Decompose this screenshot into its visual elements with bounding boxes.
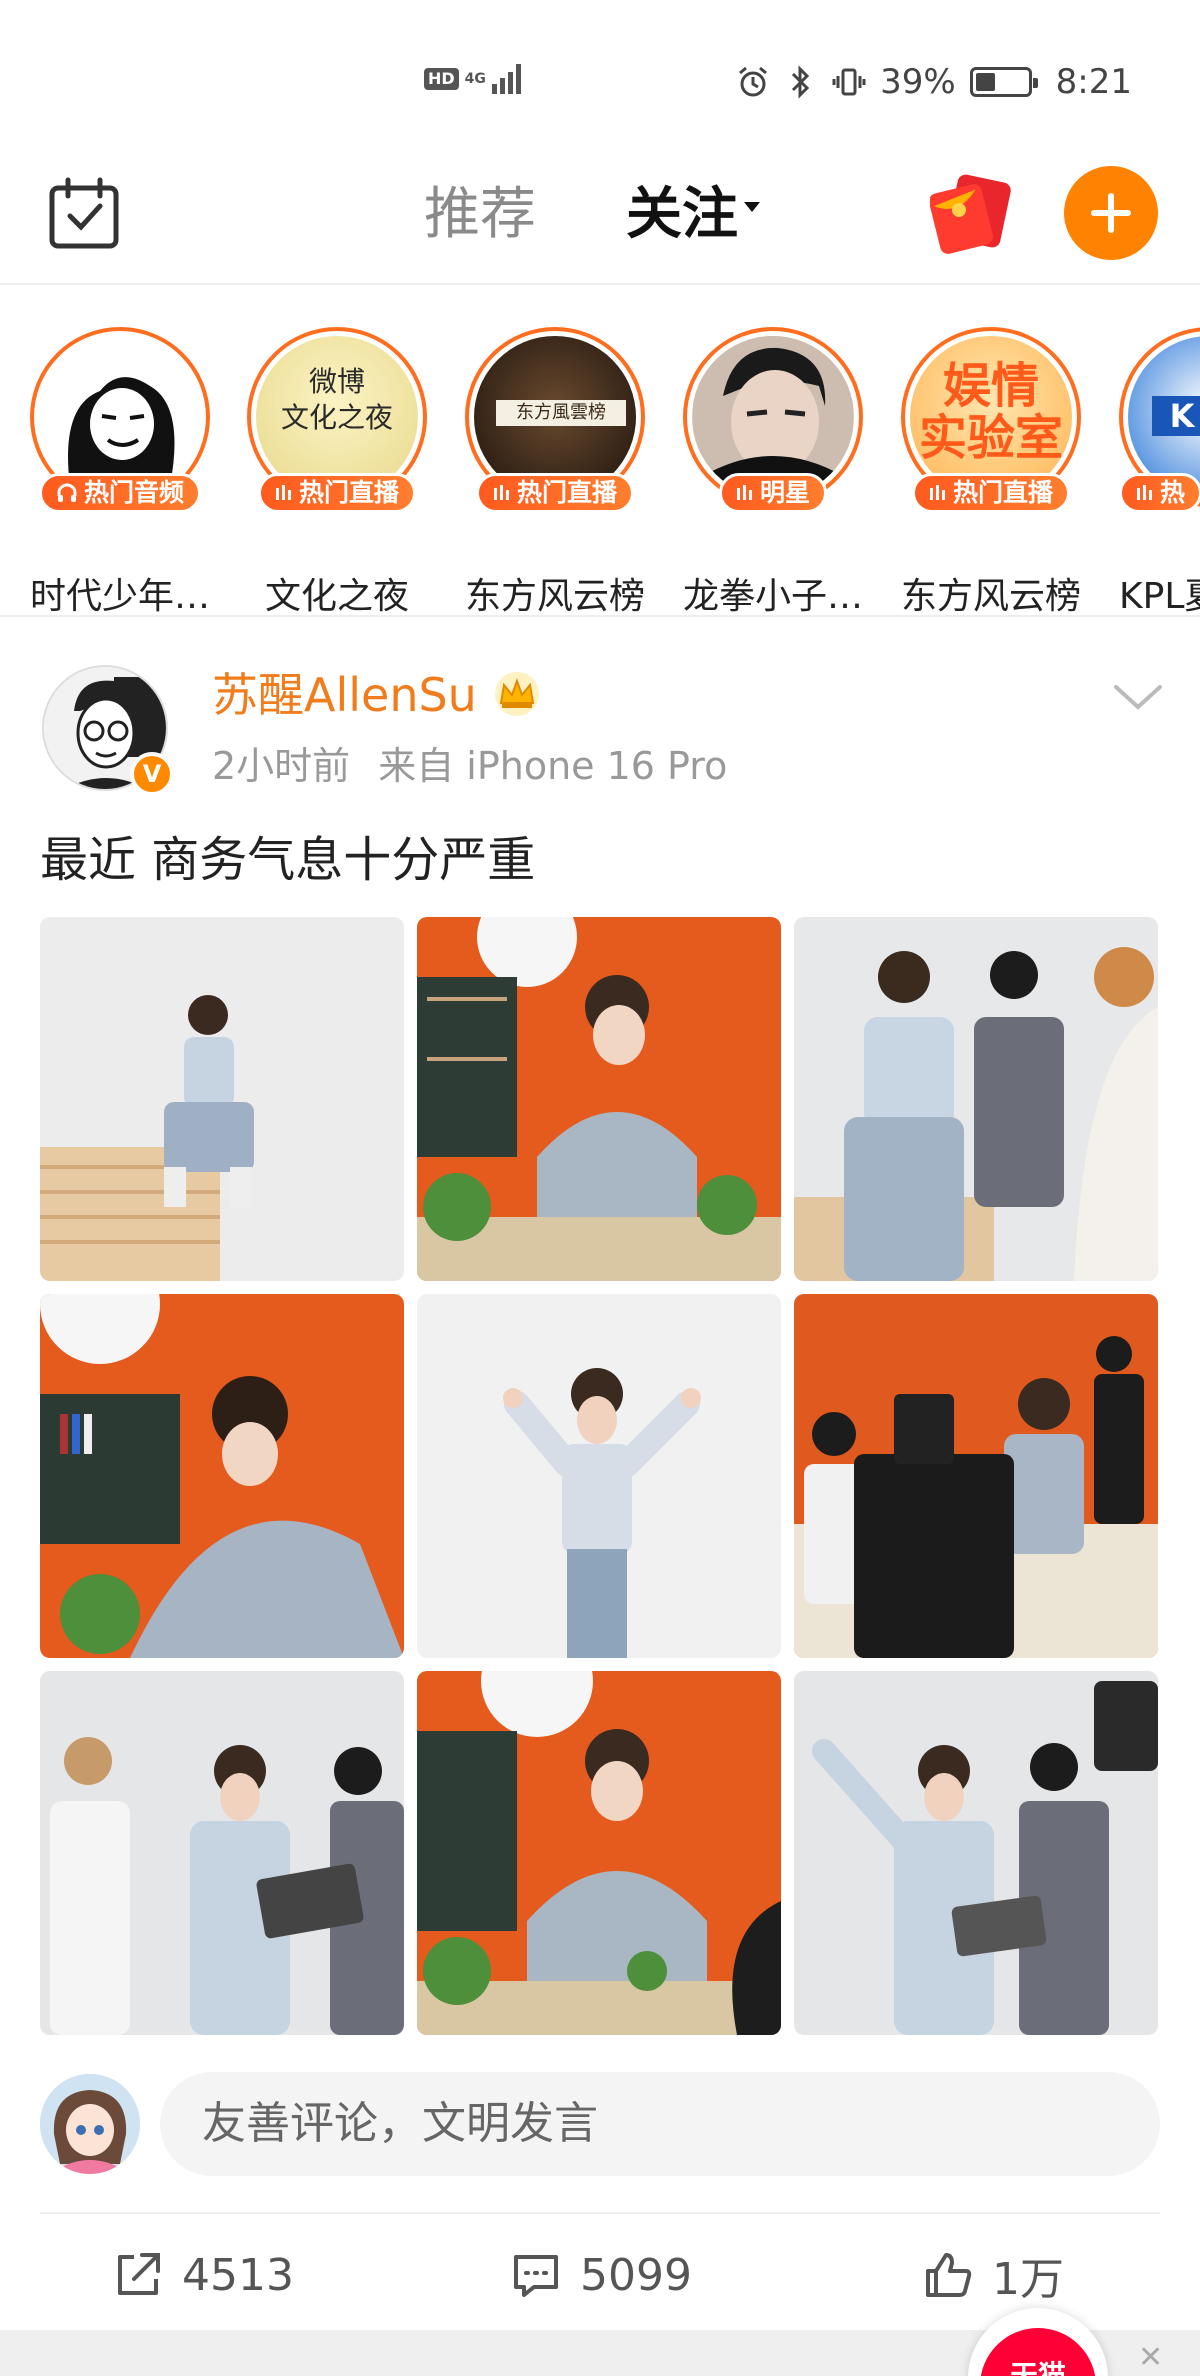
cover-text: 微博 文化之夜 (280, 365, 393, 434)
live-bars-icon (929, 485, 945, 500)
close-icon[interactable]: ✕ (1138, 2340, 1163, 2375)
live-badge: 热 (1119, 473, 1200, 513)
live-bars-icon (736, 485, 752, 500)
photo-studio-makeup (40, 1671, 404, 2035)
plus-icon (1091, 193, 1131, 233)
post-photo[interactable] (40, 917, 404, 1281)
live-name: KPL夏 (1119, 576, 1200, 617)
anime-avatar-icon (40, 2074, 140, 2174)
post-photo[interactable] (794, 1294, 1158, 1658)
live-badge-label: 明星 (759, 478, 811, 507)
tab-follow[interactable]: 关注 (626, 180, 760, 254)
live-bars-icon (493, 485, 509, 500)
live-name: 东方风云榜 (900, 576, 1081, 617)
my-avatar[interactable] (40, 2074, 140, 2174)
photo-orange-desk (417, 1671, 781, 2035)
bluetooth-icon (784, 65, 818, 99)
red-packet-icon[interactable] (929, 170, 1012, 256)
photo-white-stairs (40, 917, 404, 1281)
calendar-check-icon[interactable] (46, 176, 122, 252)
photo-orange-desk (417, 917, 781, 1281)
photo-orange-writing (40, 1294, 404, 1658)
tab-recommend[interactable]: 推荐 (424, 180, 536, 250)
live-badge-label: 热门直播 (516, 478, 618, 507)
clock: 8:21 (1055, 62, 1132, 102)
comment-count: 5099 (580, 2249, 692, 2301)
add-button[interactable] (1064, 166, 1158, 260)
chevron-down-icon[interactable] (1112, 677, 1164, 717)
post-text: 最近 商务气息十分严重 (40, 832, 536, 888)
battery-percent: 39% (880, 62, 956, 102)
battery-icon (969, 67, 1038, 97)
status-bar: HD 4G 39% 8:21 (0, 0, 1200, 150)
live-badge-label: 热门直播 (952, 478, 1054, 507)
author-name[interactable]: 苏醒AllenSu (212, 665, 477, 725)
post-photo[interactable] (417, 1294, 781, 1658)
comment-button[interactable]: 5099 (510, 2240, 692, 2310)
live-badge: 热门直播 (257, 473, 417, 513)
hd-badge: HD (424, 68, 459, 90)
meme-face-icon (40, 336, 200, 496)
photo-studio-pointing (794, 1671, 1158, 2035)
post-time: 2小时前 (212, 744, 351, 788)
tmall-logo-icon: 天猫 (980, 2328, 1096, 2376)
headphone-icon (57, 483, 77, 502)
live-bars-icon (1137, 485, 1152, 500)
like-count: 1万 (992, 2254, 1064, 2305)
live-strip: 热门音频 时代少年… 微博 文化之夜 热门直播 文化之夜 东方風雲榜 热门直播 … (0, 287, 1200, 617)
tab-follow-label: 关注 (626, 182, 738, 247)
ad-circle: 天猫 (968, 2308, 1108, 2376)
live-name: 时代少年… (29, 576, 210, 617)
repost-count: 4513 (182, 2249, 294, 2301)
post-source: 来自 iPhone 16 Pro (378, 744, 728, 788)
post-photo[interactable] (417, 917, 781, 1281)
photo-studio-crew (794, 917, 1158, 1281)
post-meta: 2小时前 来自 iPhone 16 Pro (212, 741, 727, 791)
network-type: 4G (464, 71, 486, 87)
live-badge-label: 热门音频 (83, 478, 185, 507)
comment-icon (514, 2255, 558, 2297)
caret-down-icon (744, 202, 760, 212)
post-photo[interactable] (40, 1294, 404, 1658)
repost-button[interactable]: 4513 (112, 2240, 294, 2310)
divider (0, 615, 1200, 617)
live-badge: 热门音频 (38, 473, 202, 513)
live-name: 东方风云榜 (464, 576, 645, 617)
post-photo[interactable] (794, 1671, 1158, 2035)
post-photo[interactable] (40, 1671, 404, 2035)
vibrate-icon (832, 65, 866, 99)
post-photo[interactable] (417, 1671, 781, 2035)
photo-thumbs-up (417, 1294, 781, 1658)
verified-badge-icon: V (130, 752, 174, 796)
share-icon (118, 2253, 160, 2295)
alarm-icon (736, 65, 770, 99)
cover-text: K (1152, 396, 1200, 436)
status-right: 39% 8:21 (736, 62, 1132, 102)
divider (40, 2212, 1160, 2214)
top-nav: 推荐 关注 (0, 150, 1200, 285)
live-badge: 明星 (718, 473, 828, 513)
live-name: 文化之夜 (264, 576, 409, 617)
thumbs-up-icon (926, 2253, 972, 2297)
comment-input[interactable]: 友善评论，文明发言 (160, 2072, 1160, 2176)
photo-office-camera (794, 1294, 1158, 1658)
portrait-icon (693, 336, 853, 496)
photo-grid (40, 917, 1158, 2037)
crown-icon[interactable] (492, 669, 542, 719)
live-name: 龙拳小子… (682, 576, 863, 617)
cover-text: 娱情 实验室 (918, 358, 1063, 466)
comment-row: 友善评论，文明发言 (0, 2072, 1200, 2182)
live-badge-label: 热 (1160, 478, 1186, 507)
floating-ad[interactable]: 天猫 ✕ (968, 2300, 1188, 2376)
signal-icon (491, 64, 521, 94)
post-photo[interactable] (794, 917, 1158, 1281)
live-badge-label: 热门直播 (298, 478, 400, 507)
cover-text: 东方風雲榜 (496, 400, 626, 426)
live-badge: 热门直播 (911, 473, 1071, 513)
live-bars-icon (275, 485, 291, 500)
live-badge: 热门直播 (475, 473, 635, 513)
network-indicator: HD 4G (424, 64, 521, 94)
